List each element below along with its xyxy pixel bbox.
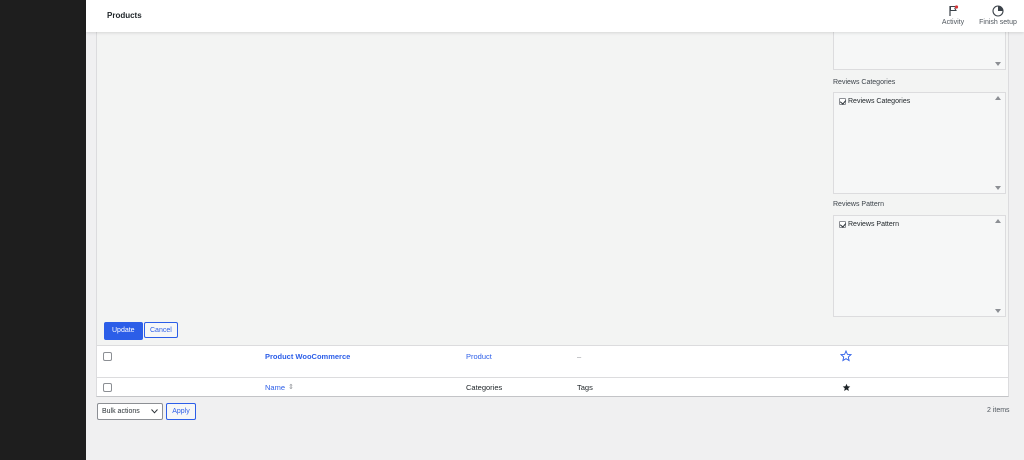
activity-button[interactable]: Activity <box>938 5 968 26</box>
main-content: Products Activity Finish setup Reviews C… <box>86 0 1024 460</box>
taxonomy-item-label: Reviews Categories <box>848 98 911 105</box>
checkbox[interactable] <box>839 221 846 228</box>
table-row: Product WooCommerce Product – <box>96 346 1009 378</box>
select-all-checkbox[interactable] <box>103 383 112 392</box>
table-footer-row: Name ⇕ Categories Tags <box>96 378 1009 397</box>
header-bar: Products Activity Finish setup <box>86 0 1024 32</box>
row-checkbox[interactable] <box>103 352 112 361</box>
taxonomy-label-reviews-categories: Reviews Categories <box>833 79 896 86</box>
chevron-down-icon <box>151 409 158 414</box>
taxonomy-list-reviews-categories[interactable]: Reviews Categories <box>833 92 1006 194</box>
cancel-button[interactable]: Cancel <box>144 322 178 338</box>
checkbox[interactable] <box>839 98 846 105</box>
bulk-actions-select[interactable]: Bulk actions <box>97 403 163 420</box>
bulk-actions-selected: Bulk actions <box>102 408 140 415</box>
taxonomy-item-label: Reviews Pattern <box>848 221 899 228</box>
scroll-down-arrow-icon[interactable] <box>995 309 1001 313</box>
items-count: 2 items <box>987 407 1010 414</box>
scroll-down-arrow-icon[interactable] <box>995 62 1001 66</box>
sort-arrows-icon: ⇕ <box>288 384 294 391</box>
taxonomy-item[interactable]: Reviews Categories <box>839 98 910 105</box>
column-header-name-label: Name <box>265 383 286 392</box>
taxonomy-label-reviews-pattern: Reviews Pattern <box>833 201 884 208</box>
product-category-link[interactable]: Product <box>466 352 492 361</box>
update-button[interactable]: Update <box>104 322 143 340</box>
product-tags: – <box>577 352 582 361</box>
taxonomy-list-previous[interactable] <box>833 32 1006 70</box>
column-header-categories: Categories <box>466 383 503 392</box>
finish-setup-label: Finish setup <box>979 19 1017 26</box>
finish-setup-button[interactable]: Finish setup <box>976 5 1020 26</box>
scroll-up-arrow-icon[interactable] <box>995 219 1001 223</box>
scroll-up-arrow-icon[interactable] <box>995 96 1001 100</box>
scroll-down-arrow-icon[interactable] <box>995 186 1001 190</box>
page-title: Products <box>107 11 142 20</box>
apply-button[interactable]: Apply <box>166 403 196 420</box>
flag-icon <box>949 5 959 16</box>
activity-label: Activity <box>941 19 965 26</box>
taxonomy-list-reviews-pattern[interactable]: Reviews Pattern <box>833 215 1006 317</box>
column-header-tags: Tags <box>577 383 593 392</box>
featured-star-icon[interactable] <box>840 350 852 362</box>
taxonomy-item[interactable]: Reviews Pattern <box>839 221 899 228</box>
progress-circle-icon <box>992 5 1004 17</box>
column-header-name[interactable]: Name ⇕ <box>265 383 294 392</box>
quick-edit-panel: Reviews Categories Reviews Categories Re… <box>96 32 1009 346</box>
product-name-link[interactable]: Product WooCommerce <box>265 352 350 361</box>
featured-column-star-icon[interactable] <box>842 383 851 392</box>
